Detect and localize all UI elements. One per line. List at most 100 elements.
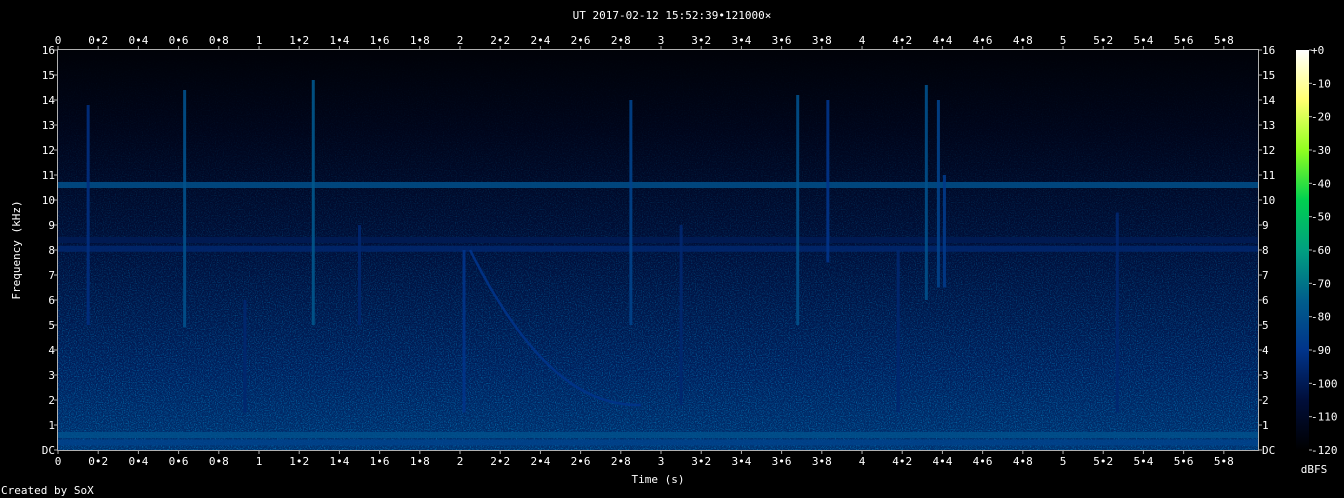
x-tick-label: 1•2 — [289, 34, 309, 47]
x-tick-label: 0 — [55, 34, 62, 47]
x-tick-label: 0•6 — [169, 455, 189, 468]
x-tick-label: 5•4 — [1133, 455, 1153, 468]
x-tick-label: 5 — [1060, 34, 1067, 47]
x-tick-label: 0•6 — [169, 34, 189, 47]
impulse-mark — [183, 90, 187, 328]
x-tick-label: 2•4 — [530, 34, 550, 47]
x-tick-label: 3•4 — [731, 34, 751, 47]
x-tick-label: 0•4 — [128, 34, 148, 47]
colorbar-tick-label: -90 — [1311, 344, 1331, 357]
colorbar-tick-label: +0 — [1311, 44, 1324, 57]
x-tick-label: 4•2 — [892, 455, 912, 468]
x-axis-top: 0 0•2 0•4 0•6 0•8 1 1•2 1•4 1•6 1•8 2 2•2 2•4 2•6 2•8 3… — [55, 34, 1234, 50]
x-tick-label: 5•2 — [1093, 455, 1113, 468]
y-tick-label: 15 — [1262, 69, 1275, 82]
colorbar-tick-label: -10 — [1311, 77, 1331, 90]
x-tick-label: 5•2 — [1093, 34, 1113, 47]
y-tick-label: 3 — [1262, 369, 1269, 382]
x-tick-label: 2•4 — [530, 455, 550, 468]
impulse-mark — [679, 225, 683, 405]
colorbar-tick-label: -30 — [1311, 144, 1331, 157]
x-tick-label: 2 — [457, 34, 464, 47]
tonal-line — [58, 432, 1258, 438]
x-tick-label: 4•4 — [932, 34, 952, 47]
x-tick-label: 4•4 — [932, 455, 952, 468]
y-tick-label: 4 — [1262, 344, 1269, 357]
x-tick-label: 0•4 — [128, 455, 148, 468]
y-tick-label: 6 — [48, 294, 55, 307]
colorbar-tick-label: -40 — [1311, 177, 1331, 190]
tonal-line — [58, 182, 1258, 188]
y-tick-label: 16 — [42, 44, 55, 57]
x-tick-label: 3•2 — [691, 34, 711, 47]
y-tick-label: 8 — [1262, 244, 1269, 257]
y-tick-label: DC — [42, 444, 55, 457]
y-tick-label: 8 — [48, 244, 55, 257]
x-tick-label: 1•4 — [329, 34, 349, 47]
impulse-mark — [629, 100, 633, 325]
impulse-mark — [826, 100, 830, 263]
tonal-line — [58, 439, 1258, 446]
x-tick-label: 5•8 — [1214, 34, 1234, 47]
x-axis-bottom: 0 0•2 0•4 0•6 0•8 1 1•2 1•4 1•6 1•8 2 2•2 2•4 2•6 2•8 3… — [55, 450, 1234, 468]
spectrogram-chart: UT 2017-02-12 15:52:39•121000× 0 0•2 0•4 0•… — [1, 9, 1338, 497]
colorbar-tick-label: -50 — [1311, 211, 1331, 224]
y-tick-label: 5 — [1262, 319, 1269, 332]
impulse-mark — [796, 95, 800, 325]
x-tick-label: 1•6 — [370, 34, 390, 47]
colorbar-tick-label: -110 — [1311, 411, 1338, 424]
y-tick-label: 13 — [1262, 119, 1275, 132]
colorbar-tick-label: -80 — [1311, 311, 1331, 324]
x-tick-label: 2•2 — [490, 34, 510, 47]
chart-title: UT 2017-02-12 15:52:39•121000× — [573, 9, 772, 22]
y-tick-label: 11 — [42, 169, 55, 182]
y-tick-label: 7 — [48, 269, 55, 282]
x-tick-label: 1•8 — [410, 34, 430, 47]
colorbar-tick-label: -100 — [1311, 377, 1338, 390]
y-tick-label: 12 — [1262, 144, 1275, 157]
impulse-mark — [924, 85, 928, 300]
impulse-mark — [942, 175, 946, 288]
y-tick-label: 10 — [1262, 194, 1275, 207]
x-tick-label: 3•6 — [772, 455, 792, 468]
y-tick-label: 4 — [48, 344, 55, 357]
x-tick-label: 5•4 — [1133, 34, 1153, 47]
x-tick-label: 1•6 — [370, 455, 390, 468]
x-axis-label: Time (s) — [632, 473, 685, 486]
x-tick-label: 3•2 — [691, 455, 711, 468]
x-tick-label: 1•4 — [329, 455, 349, 468]
x-tick-label: 4•2 — [892, 34, 912, 47]
impulse-mark — [462, 250, 466, 413]
colorbar-tick-label: -20 — [1311, 111, 1331, 124]
y-tick-label: 1 — [1262, 419, 1269, 432]
x-tick-label: 2 — [457, 455, 464, 468]
y-tick-label: 3 — [48, 369, 55, 382]
impulse-mark — [896, 250, 900, 413]
y-tick-label: 9 — [48, 219, 55, 232]
y-tick-label: 14 — [42, 94, 56, 107]
x-tick-label: 2•8 — [611, 34, 631, 47]
impulse-mark — [86, 105, 90, 325]
y-tick-label: 13 — [42, 119, 55, 132]
x-tick-label: 4 — [859, 34, 866, 47]
x-tick-label: 3•4 — [731, 455, 751, 468]
y-tick-label: 6 — [1262, 294, 1269, 307]
tonal-line — [58, 237, 1258, 243]
colorbar-tick-label: -60 — [1311, 244, 1331, 257]
y-tick-label: 12 — [42, 144, 55, 157]
x-tick-label: 1 — [256, 34, 263, 47]
footer-credit: Created by SoX — [1, 484, 94, 497]
x-tick-label: 3•8 — [812, 455, 832, 468]
x-tick-label: 4•8 — [1013, 455, 1033, 468]
y-tick-label: 1 — [48, 419, 55, 432]
y-tick-label: 7 — [1262, 269, 1269, 282]
x-tick-label: 5 — [1060, 455, 1067, 468]
impulse-mark — [311, 80, 315, 325]
tonal-line — [58, 245, 1258, 252]
y-tick-label: 10 — [42, 194, 55, 207]
y-tick-label: 9 — [1262, 219, 1269, 232]
colorbar-tick-label: -120 — [1311, 444, 1338, 457]
plot-area — [58, 50, 1258, 450]
x-tick-label: 5•8 — [1214, 455, 1234, 468]
x-tick-label: 1•2 — [289, 455, 309, 468]
